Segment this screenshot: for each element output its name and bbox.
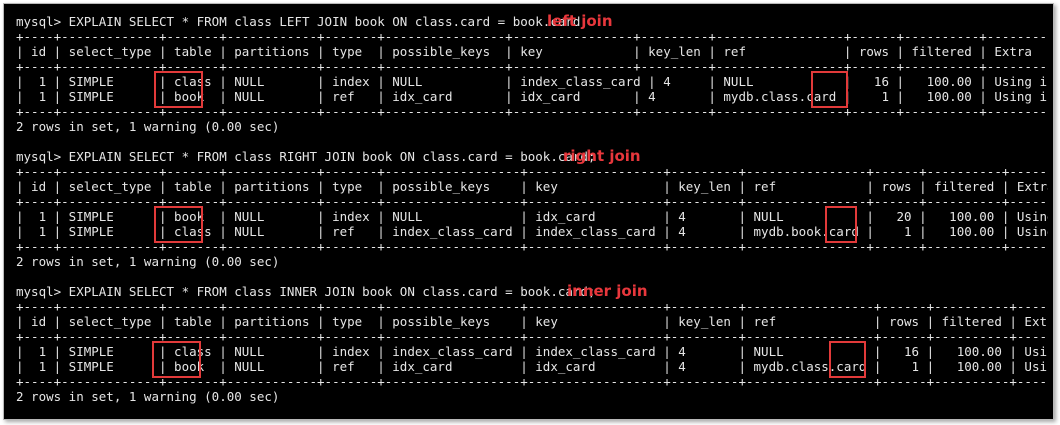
query-line-inner-join: mysql> EXPLAIN SELECT * FROM class INNER…: [16, 284, 596, 299]
table-header: | id | select_type | table | partitions …: [16, 44, 1048, 59]
terminal-window[interactable]: mysql> EXPLAIN SELECT * FROM class LEFT …: [12, 12, 1048, 416]
highlight-box-table-column: [154, 206, 203, 243]
highlight-box-rows-column: [811, 71, 848, 108]
table-border-top: +----+-------------+-------+------------…: [16, 299, 1048, 314]
query-line-right-join: mysql> EXPLAIN SELECT * FROM class RIGHT…: [16, 149, 596, 164]
table-header: | id | select_type | table | partitions …: [16, 314, 1048, 329]
result-summary: 2 rows in set, 1 warning (0.00 sec): [16, 254, 280, 269]
screenshot-frame: mysql> EXPLAIN SELECT * FROM class LEFT …: [3, 3, 1054, 420]
annotation-inner-join: inner join: [567, 282, 648, 300]
table-border-top: +----+-------------+-------+------------…: [16, 164, 1048, 179]
annotation-right-join: right join: [563, 147, 641, 165]
highlight-box-table-column: [154, 71, 203, 108]
table-border-top: +----+-------------+-------+------------…: [16, 29, 1048, 44]
highlight-box-table-column: [152, 341, 201, 378]
result-summary: 2 rows in set, 1 warning (0.00 sec): [16, 119, 280, 134]
query-line-left-join: mysql> EXPLAIN SELECT * FROM class LEFT …: [16, 14, 588, 29]
table-header: | id | select_type | table | partitions …: [16, 179, 1048, 194]
annotation-left-join: left join: [547, 12, 613, 30]
highlight-box-rows-column: [825, 206, 857, 243]
highlight-box-rows-column: [829, 341, 866, 378]
result-summary: 2 rows in set, 1 warning (0.00 sec): [16, 389, 280, 404]
